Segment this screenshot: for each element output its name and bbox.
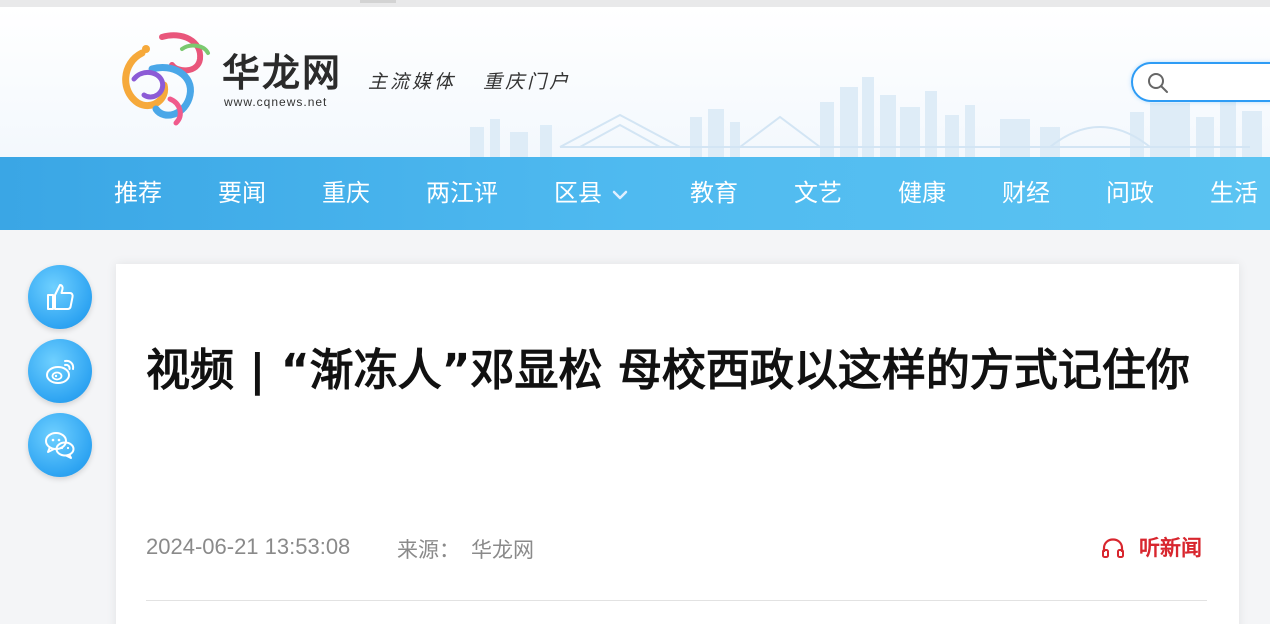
browser-top-strip <box>0 0 1270 7</box>
weibo-icon <box>46 359 75 384</box>
listen-news-label: 听新闻 <box>1139 536 1202 560</box>
search-box[interactable] <box>1131 62 1270 102</box>
nav-item-districts[interactable]: 区县 <box>554 157 628 230</box>
nav-item-districts-label: 区县 <box>554 179 602 207</box>
search-icon[interactable] <box>1147 72 1169 94</box>
scroll-indicator <box>360 0 396 3</box>
brand-url: www.cqnews.net <box>224 95 328 109</box>
cqnews-logo-icon <box>122 32 210 126</box>
nav-item-education[interactable]: 教育 <box>690 157 738 230</box>
chevron-down-icon <box>612 190 628 199</box>
like-button[interactable] <box>28 265 92 329</box>
publish-date: 2024-06-21 13:53:08 <box>146 534 351 559</box>
main-nav: 推荐 要闻 重庆 两江评 区县 教育 文艺 健康 财经 问政 生活 <box>0 157 1270 230</box>
nav-item-recommend[interactable]: 推荐 <box>114 157 162 230</box>
site-slogan: 主流媒体 重庆门户 <box>368 71 572 93</box>
site-header: 华龙网 www.cqnews.net 主流媒体 重庆门户 <box>0 7 1270 157</box>
nav-item-liangjiang-review[interactable]: 两江评 <box>426 157 498 230</box>
nav-item-finance[interactable]: 财经 <box>1002 157 1050 230</box>
nav-item-arts[interactable]: 文艺 <box>794 157 842 230</box>
nav-item-life[interactable]: 生活 <box>1210 157 1258 230</box>
nav-item-health[interactable]: 健康 <box>898 157 946 230</box>
search-input[interactable] <box>1177 70 1270 94</box>
nav-item-inquiry[interactable]: 问政 <box>1106 157 1154 230</box>
source-name: 华龙网 <box>471 538 534 562</box>
nav-item-headlines[interactable]: 要闻 <box>218 157 266 230</box>
thumbs-up-icon <box>47 284 74 310</box>
source-label: 来源： <box>397 538 460 562</box>
nav-item-chongqing[interactable]: 重庆 <box>322 157 370 230</box>
article-title: 视频 | “渐冻人”邓显松 母校西政以这样的方式记住你 <box>146 345 1190 396</box>
meta-divider <box>146 600 1207 601</box>
brand-name[interactable]: 华龙网 <box>222 53 342 93</box>
article-card: 视频 | “渐冻人”邓显松 母校西政以这样的方式记住你 2024-06-21 1… <box>116 264 1239 624</box>
share-weibo-button[interactable] <box>28 339 92 403</box>
share-wechat-button[interactable] <box>28 413 92 477</box>
headphones-icon <box>1102 538 1124 558</box>
wechat-icon <box>45 432 75 459</box>
